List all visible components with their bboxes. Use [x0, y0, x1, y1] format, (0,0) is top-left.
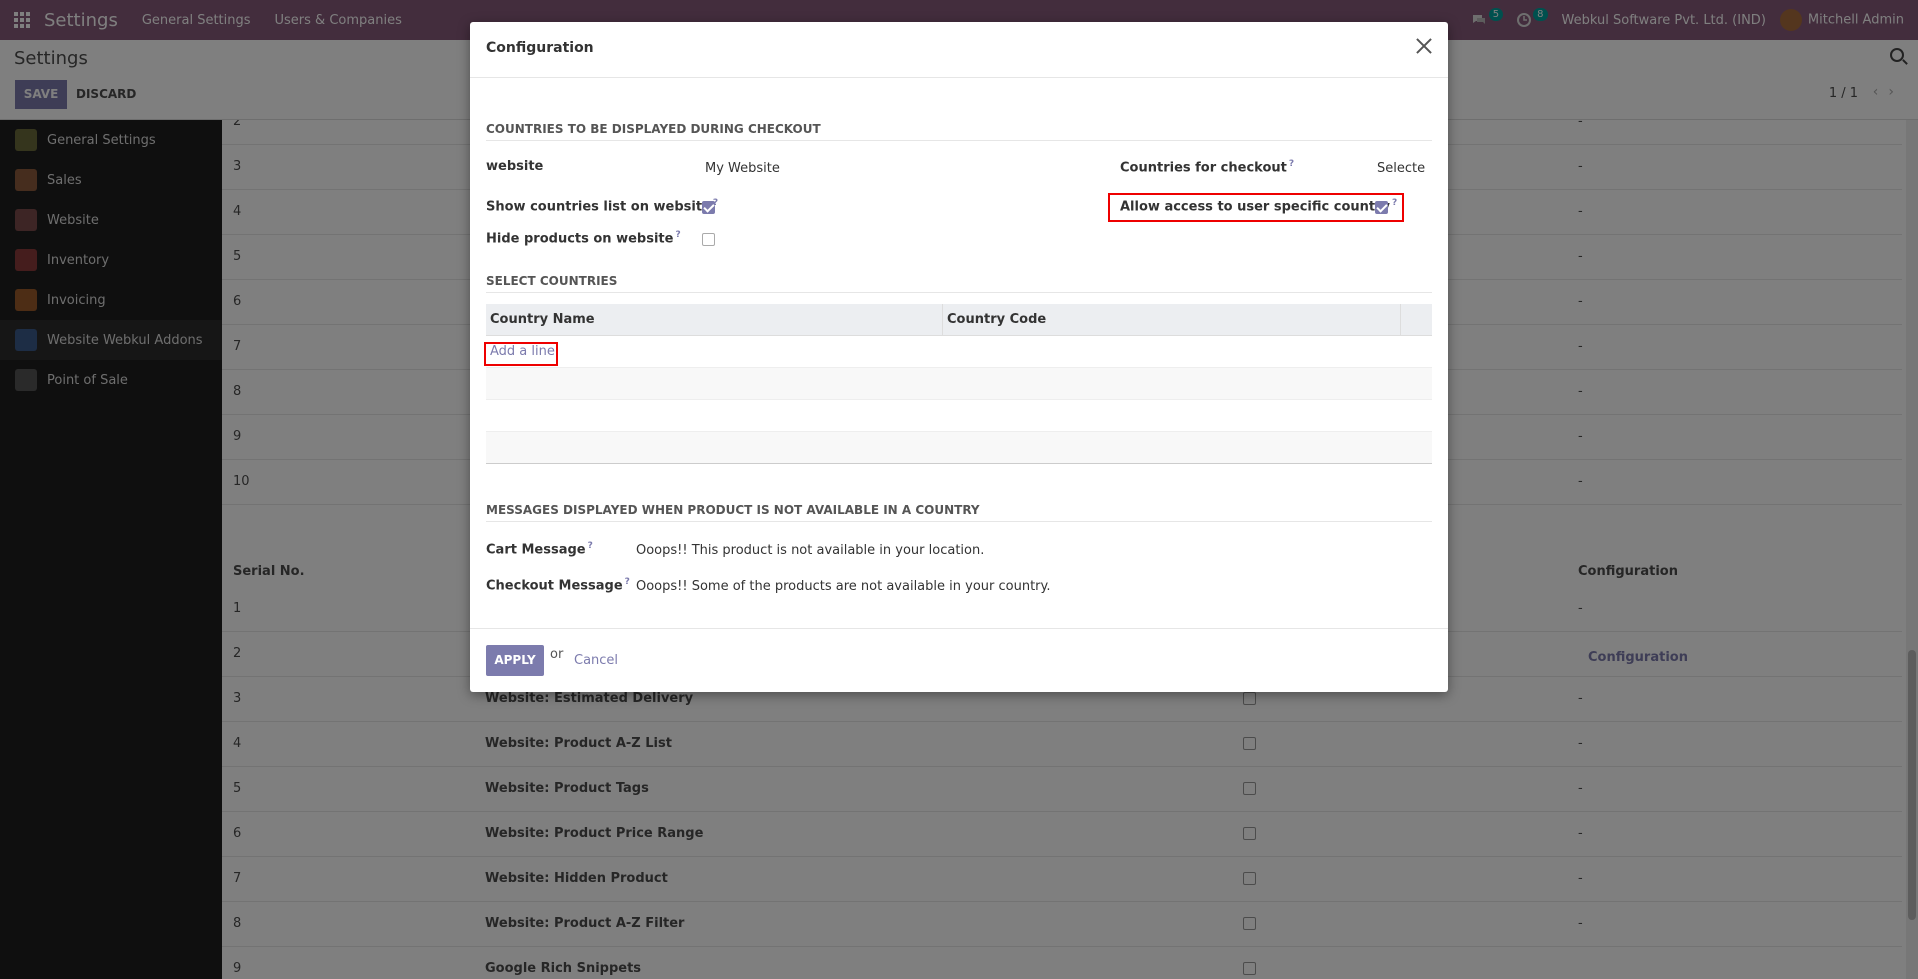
col-country-name[interactable]: Country Name [490, 312, 595, 327]
countries-table: Country Name Country Code Add a line [486, 304, 1432, 464]
help-icon[interactable]: ? [588, 541, 593, 551]
table-row [486, 432, 1432, 464]
cancel-button[interactable]: Cancel [574, 653, 618, 668]
countries-checkout-label: Countries for checkout? [1120, 159, 1294, 175]
hide-products-checkbox[interactable] [702, 233, 715, 246]
countries-checkout-label-text: Countries for checkout [1120, 160, 1287, 176]
website-label: website [486, 159, 544, 174]
allow-access-checkbox[interactable] [1375, 201, 1388, 214]
show-countries-checkbox[interactable] [702, 201, 715, 214]
help-icon[interactable]: ? [1289, 159, 1294, 169]
table-row [486, 368, 1432, 400]
close-icon[interactable] [1414, 36, 1434, 56]
help-icon[interactable]: ? [1392, 198, 1397, 208]
apply-button[interactable]: APPLY [486, 645, 544, 676]
table-row [486, 400, 1432, 432]
allow-access-label-text: Allow access to user specific country [1120, 199, 1390, 215]
show-countries-label-text: Show countries list on website [486, 199, 711, 215]
or-text: or [550, 647, 564, 662]
cart-message-label-text: Cart Message [486, 542, 586, 558]
dialog-title: Configuration [486, 40, 594, 56]
dialog-footer: APPLY or Cancel [470, 628, 1448, 692]
checkout-message-label: Checkout Message? [486, 577, 630, 593]
cart-message-label: Cart Message? [486, 541, 593, 557]
configuration-dialog: Configuration COUNTRIES TO BE DISPLAYED … [470, 22, 1448, 692]
checkout-message-label-text: Checkout Message [486, 578, 623, 594]
countries-checkout-field[interactable]: Selecte [1377, 161, 1425, 176]
dialog-header: Configuration [470, 22, 1448, 78]
section-select-countries: SELECT COUNTRIES [486, 274, 1432, 293]
help-icon[interactable]: ? [625, 577, 630, 587]
table-row: Add a line [486, 336, 1432, 368]
section-countries-checkout: COUNTRIES TO BE DISPLAYED DURING CHECKOU… [486, 122, 1432, 141]
countries-table-header: Country Name Country Code [486, 304, 1432, 336]
col-country-code[interactable]: Country Code [947, 312, 1046, 327]
website-field[interactable]: My Website [705, 161, 780, 176]
hide-products-label: Hide products on website? [486, 230, 681, 246]
cart-message-field[interactable]: Ooops!! This product is not available in… [636, 543, 984, 558]
checkout-message-field[interactable]: Ooops!! Some of the products are not ava… [636, 579, 1050, 594]
help-icon[interactable]: ? [675, 230, 680, 240]
section-messages: MESSAGES DISPLAYED WHEN PRODUCT IS NOT A… [486, 503, 1432, 522]
highlight-box [484, 342, 558, 366]
show-countries-label: Show countries list on website? [486, 198, 718, 214]
hide-products-label-text: Hide products on website [486, 231, 674, 247]
allow-access-label: Allow access to user specific country? [1120, 198, 1397, 214]
